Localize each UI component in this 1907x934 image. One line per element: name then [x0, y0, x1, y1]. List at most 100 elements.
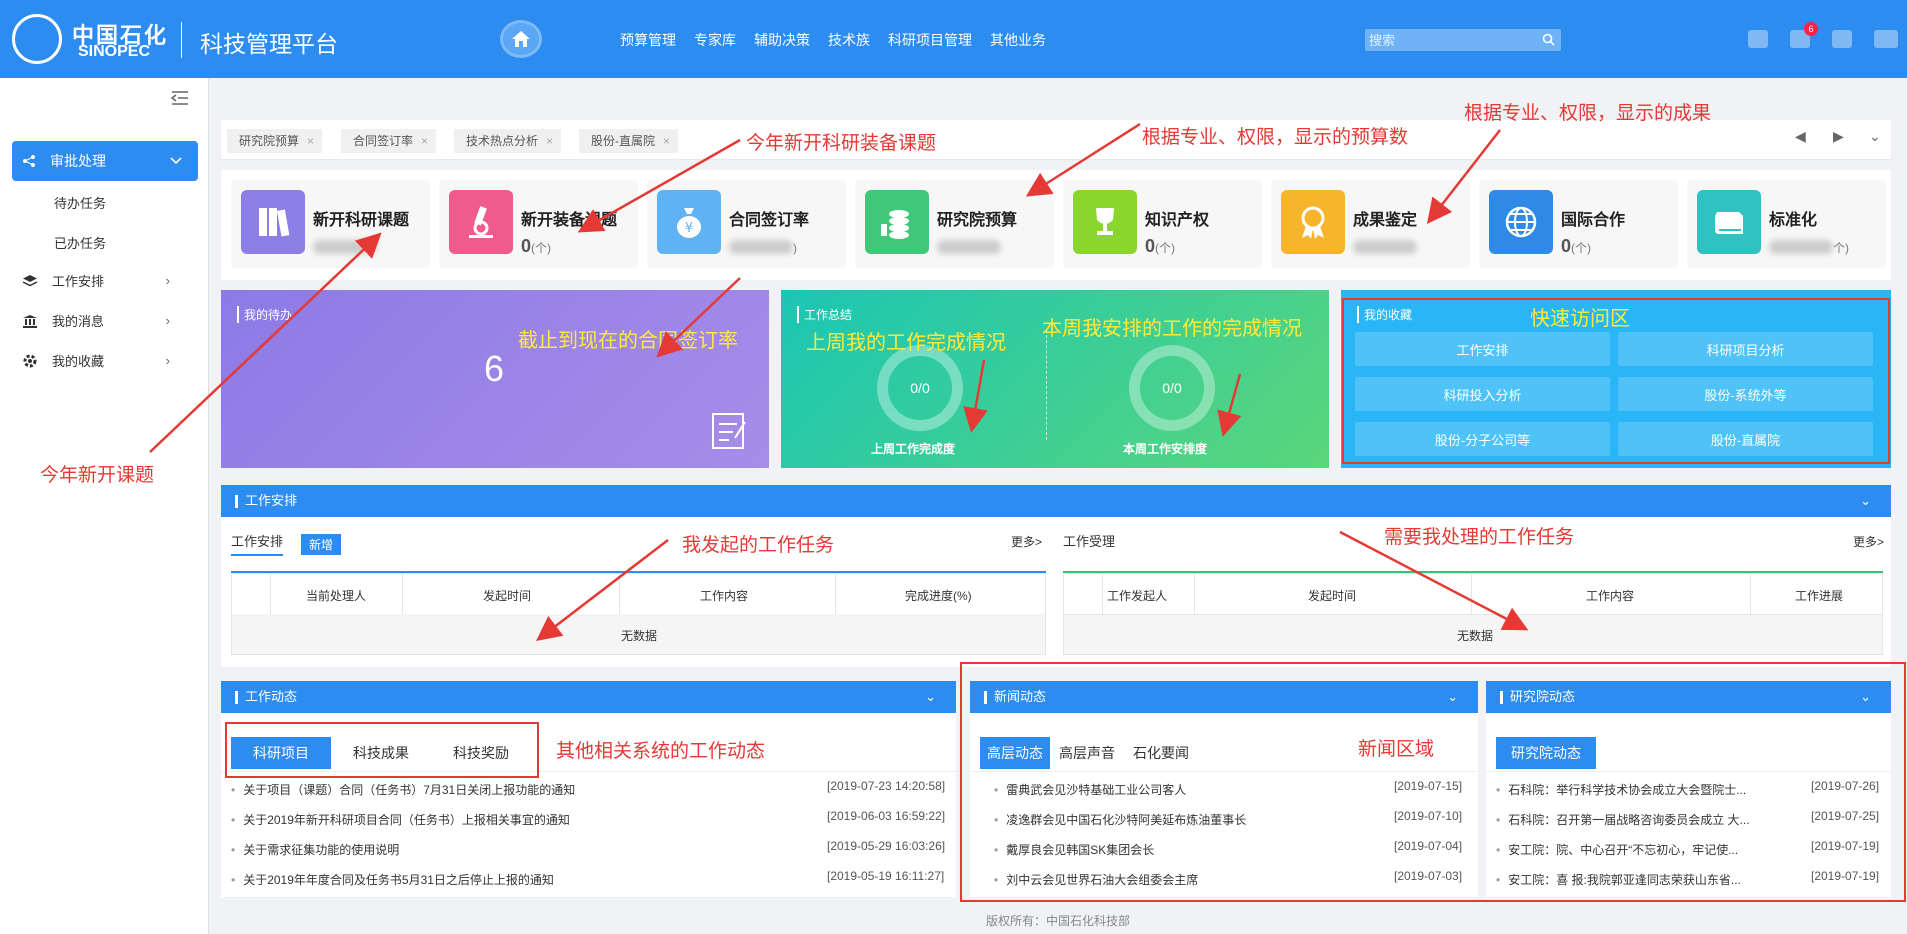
avatar[interactable]	[1832, 30, 1852, 48]
search-icon[interactable]	[1542, 33, 1555, 46]
nav-project-mgmt[interactable]: 科研项目管理	[888, 30, 972, 50]
card-new-topics[interactable]: 新开科研课题	[231, 180, 430, 268]
col-header: 完成进度(%)	[905, 589, 972, 603]
list-date: [2019-06-03 16:59:22]	[827, 809, 946, 823]
coins-icon	[865, 190, 929, 254]
annotation-last-week: 上周我的工作完成情况	[806, 332, 1006, 354]
share-icon	[23, 155, 35, 167]
section-title: 工作安排	[245, 493, 298, 508]
search-box	[1365, 29, 1561, 51]
annotation-quick-access: 快速访问区	[1530, 308, 1630, 330]
list-date: [2019-05-19 16:11:27]	[827, 869, 945, 883]
gear-icon	[23, 354, 37, 367]
tab-label: 股份-直属院	[591, 134, 655, 148]
user-menu-icon[interactable]	[1874, 30, 1898, 48]
card-contract-rate[interactable]: ¥ 合同签订率 )	[647, 180, 846, 268]
tab-work-accept[interactable]: 工作受理	[1063, 531, 1115, 550]
panel-title: 工作总结	[797, 306, 852, 323]
nav-experts[interactable]: 专家库	[694, 30, 736, 50]
section-title: 工作动态	[245, 689, 298, 704]
card-standardization[interactable]: 标准化 个)	[1687, 180, 1886, 268]
sinopec-logo-icon	[12, 14, 62, 64]
search-input[interactable]	[1365, 29, 1535, 51]
close-icon[interactable]: ×	[663, 134, 670, 148]
col-header: 工作内容	[1586, 589, 1635, 603]
stat-cards: 新开科研课题 新开装备课题 0(个) ¥ 合同签订率 ) 研究院预算 知识产权 …	[221, 170, 1891, 280]
card-ip[interactable]: 知识产权 0(个)	[1063, 180, 1262, 268]
annotation-this-week: 本周我安排的工作的完成情况	[1042, 318, 1302, 340]
col-divider	[1750, 574, 1751, 614]
annotation-contract-rate: 截止到现在的合同签订率	[518, 330, 738, 352]
nav-decision[interactable]: 辅助决策	[754, 30, 810, 50]
chevron-right-icon: ›	[165, 273, 170, 288]
home-button[interactable]	[500, 20, 542, 58]
tab-direct-institute[interactable]: 股份-直属院 ×	[579, 129, 679, 153]
work-plan-header[interactable]: 工作安排 ⌄	[221, 485, 1891, 517]
close-icon[interactable]: ×	[546, 134, 553, 148]
work-news-header[interactable]: 工作动态 ⌄	[221, 681, 956, 713]
sidebar-item-work[interactable]: 工作安排 ›	[22, 271, 170, 290]
annotation-my-tasks: 我发起的工作任务	[682, 535, 835, 556]
card-title: 标准化	[1769, 212, 1818, 229]
chevron-down-icon[interactable]: ⌄	[1860, 485, 1871, 517]
nav-budget[interactable]: 预算管理	[620, 30, 676, 50]
col-header: 发起时间	[1308, 589, 1357, 603]
last-week-label: 上周工作完成度	[871, 442, 956, 456]
sidebar-item-done[interactable]: 已办任务	[54, 233, 106, 252]
work-plan-body: 工作安排 新增 更多> 当前处理人 发起时间 工作内容 完成进度(%) 无数据 …	[221, 517, 1891, 667]
title-bar	[235, 495, 238, 508]
this-week-ring: 0/0	[1129, 345, 1215, 431]
main-nav: 预算管理 专家库 辅助决策 技术族 科研项目管理 其他业务	[620, 30, 1046, 50]
card-intl-cooperation[interactable]: 国际合作 0(个)	[1479, 180, 1678, 268]
card-value	[937, 236, 1001, 257]
trophy-icon	[1073, 190, 1137, 254]
todo-panel[interactable]: 我的待办 6	[221, 290, 769, 468]
medal-icon	[1281, 190, 1345, 254]
tab-bar: 研究院预算 × 合同签订率 × 技术热点分析 × 股份-直属院 × ◀ ▶ ⌄	[221, 120, 1891, 160]
card-title: 成果鉴定	[1353, 212, 1418, 229]
list-item[interactable]: 关于项目（课题）合同（任务书）7月31日关闭上报功能的通知	[231, 781, 575, 798]
more-link[interactable]: 更多>	[1853, 533, 1884, 550]
nav-tech-family[interactable]: 技术族	[828, 30, 870, 50]
book-icon	[1697, 190, 1761, 254]
no-data-text: 无数据	[1457, 629, 1494, 643]
add-button[interactable]: 新增	[301, 534, 342, 555]
sidebar: 审批处理 待办任务 已办任务 工作安排 › 我的消息 › 我的收藏 ›	[0, 78, 209, 934]
annotation-new-equipment: 今年新开科研装备课题	[746, 133, 937, 154]
chevron-down-icon[interactable]: ⌄	[1869, 128, 1881, 145]
more-link[interactable]: 更多>	[1011, 533, 1042, 550]
close-icon[interactable]: ×	[307, 134, 314, 148]
chevron-right-icon: ›	[165, 353, 170, 368]
tab-tech-hotspot[interactable]: 技术热点分析 ×	[454, 129, 562, 153]
no-data-text: 无数据	[621, 629, 658, 643]
sidebar-item-favorites[interactable]: 我的收藏 ›	[22, 351, 170, 370]
card-institute-budget[interactable]: 研究院预算	[855, 180, 1054, 268]
close-icon[interactable]: ×	[421, 134, 428, 148]
col-divider	[1102, 574, 1103, 614]
sidebar-item-approval[interactable]: 审批处理	[12, 141, 198, 181]
tab-next-icon[interactable]: ▶	[1833, 128, 1844, 145]
news-area-box	[960, 662, 1906, 902]
svg-text:¥: ¥	[685, 221, 693, 236]
header-divider	[181, 22, 182, 58]
home-icon	[512, 31, 530, 47]
list-item[interactable]: 关于2019年年度合同及任务书5月31日之后停止上报的通知	[231, 871, 554, 888]
nav-other[interactable]: 其他业务	[990, 30, 1046, 50]
list-item[interactable]: 关于2019年新开科研项目合同（任务书）上报相关事宜的通知	[231, 811, 570, 828]
card-title: 研究院预算	[937, 212, 1018, 229]
tab-institute-budget[interactable]: 研究院预算 ×	[227, 129, 323, 153]
sidebar-item-messages[interactable]: 我的消息 ›	[22, 311, 170, 330]
message-icon[interactable]	[1748, 30, 1768, 48]
list-item[interactable]: 关于需求征集功能的使用说明	[231, 841, 399, 858]
chevron-down-icon[interactable]: ⌄	[925, 681, 936, 713]
collapse-menu-icon[interactable]	[170, 90, 190, 106]
tab-prev-icon[interactable]: ◀	[1795, 128, 1806, 145]
tab-work-plan[interactable]: 工作安排	[231, 531, 284, 556]
tab-contract-rate[interactable]: 合同签订率 ×	[341, 129, 437, 153]
this-week-label: 本周工作安排度	[1123, 442, 1208, 456]
col-divider	[1194, 574, 1195, 614]
annotation-results: 根据专业、权限，显示的成果	[1464, 103, 1712, 124]
card-new-equipment[interactable]: 新开装备课题 0(个)	[439, 180, 638, 268]
card-achievement[interactable]: 成果鉴定	[1271, 180, 1470, 268]
sidebar-item-todo[interactable]: 待办任务	[54, 193, 106, 212]
